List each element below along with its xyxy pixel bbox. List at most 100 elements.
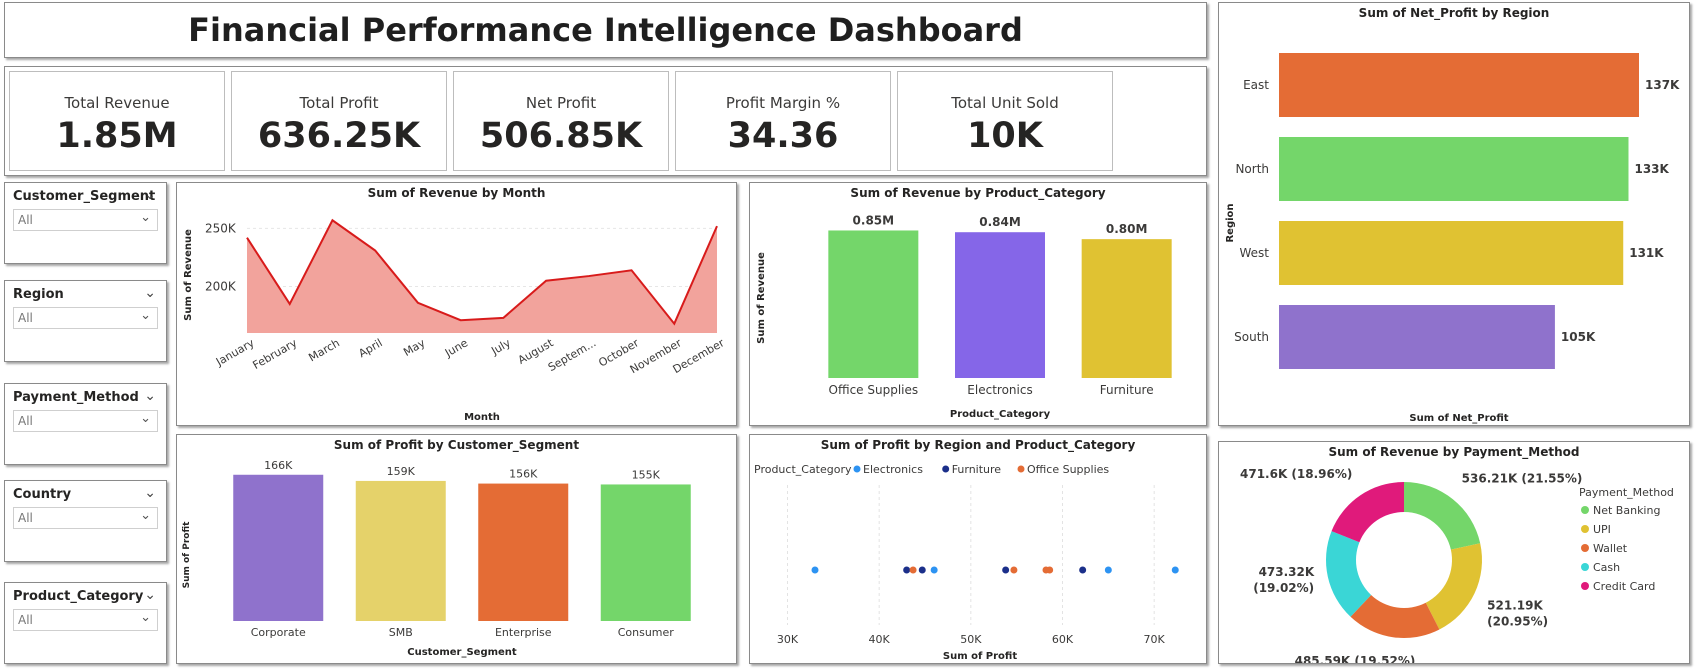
legend-marker bbox=[1581, 525, 1589, 533]
legend-label: Net Banking bbox=[1593, 504, 1660, 517]
slicer-dropdown[interactable]: All ⌄ bbox=[13, 609, 158, 631]
legend-label: Office Supplies bbox=[1027, 463, 1109, 476]
data-label: (20.95%) bbox=[1487, 614, 1548, 628]
data-label: 536.21K (21.55%) bbox=[1462, 471, 1583, 485]
x-tick-label: Consumer bbox=[618, 626, 675, 639]
legend-label: Credit Card bbox=[1593, 580, 1655, 593]
x-tick-label: Office Supplies bbox=[829, 383, 919, 397]
slicer-dropdown[interactable]: All ⌄ bbox=[13, 507, 158, 529]
bar-enterprise bbox=[478, 483, 569, 621]
scatter-point bbox=[1010, 566, 1018, 574]
collapse-chevron-icon[interactable]: ⌄ bbox=[144, 285, 156, 301]
x-tick-label: Furniture bbox=[1100, 383, 1154, 397]
data-label: 137K bbox=[1645, 78, 1680, 92]
data-label: 0.80M bbox=[1106, 222, 1148, 236]
kpi-label: Profit Margin % bbox=[725, 94, 841, 112]
kpi-card-total-profit: Total Profit 636.25K bbox=[231, 71, 447, 171]
bar-east bbox=[1279, 53, 1639, 117]
data-label: 156K bbox=[509, 468, 538, 481]
y-tick-label: North bbox=[1235, 162, 1269, 176]
data-label: 471.6K (18.96%) bbox=[1240, 467, 1352, 481]
data-label: 0.84M bbox=[979, 215, 1021, 229]
legend-title: Payment_Method bbox=[1579, 486, 1674, 499]
kpi-card-profit-margin: Profit Margin % 34.36 bbox=[675, 71, 891, 171]
collapse-chevron-icon[interactable]: ⌄ bbox=[144, 485, 156, 501]
chart-revenue-by-category[interactable]: Sum of Revenue by Product_Category 0.85M… bbox=[749, 182, 1207, 426]
chart-title: Sum of Revenue by Product_Category bbox=[850, 186, 1106, 200]
data-label: 0.85M bbox=[853, 213, 895, 227]
chart-netprofit-by-region[interactable]: Sum of Net_Profit by Region 137K East 133K… bbox=[1218, 2, 1690, 426]
kpi-card-net-profit: Net Profit 506.85K bbox=[453, 71, 669, 171]
data-label: 159K bbox=[387, 465, 416, 478]
data-label: 155K bbox=[632, 468, 661, 481]
kpi-label: Total Profit bbox=[299, 94, 379, 112]
slicer-product-category: Product_Category ⌄ All ⌄ bbox=[4, 582, 167, 664]
x-tick-label: February bbox=[251, 336, 300, 372]
y-axis-title: Sum of Revenue bbox=[756, 252, 767, 344]
data-label: 521.19K bbox=[1487, 598, 1543, 612]
y-tick-label: 250K bbox=[205, 221, 237, 235]
slicer-title: Product_Category bbox=[13, 589, 144, 604]
x-tick-label: 40K bbox=[869, 633, 891, 646]
slice-credit-card bbox=[1331, 482, 1404, 543]
y-axis-title: Region bbox=[1225, 203, 1236, 242]
x-axis-title: Month bbox=[464, 412, 500, 423]
scatter-point bbox=[1079, 566, 1087, 574]
slicer-selected-value: All bbox=[18, 311, 33, 325]
legend-marker bbox=[853, 465, 861, 473]
chart-revenue-by-payment[interactable]: Sum of Revenue by Payment_Method 536.21K… bbox=[1218, 441, 1690, 664]
bar-north bbox=[1279, 137, 1629, 201]
data-label: 166K bbox=[264, 459, 293, 472]
slicer-dropdown[interactable]: All ⌄ bbox=[13, 307, 158, 329]
bar-south bbox=[1279, 305, 1555, 369]
legend-label: Furniture bbox=[952, 463, 1002, 476]
chart-title: Sum of Revenue by Month bbox=[367, 186, 546, 200]
legend-marker bbox=[1017, 465, 1025, 473]
slicer-title: Region bbox=[13, 287, 64, 302]
x-tick-label: July bbox=[488, 336, 513, 358]
chart-profit-by-region-category[interactable]: Sum of Profit by Region and Product_Cate… bbox=[749, 434, 1207, 664]
x-tick-label: January bbox=[213, 336, 257, 369]
bar-furniture bbox=[1081, 239, 1172, 378]
revenue-month-area-chart: 200K 250K JanuaryFebruary March April May June… bbox=[183, 218, 727, 423]
kpi-value: 636.25K bbox=[257, 116, 421, 156]
y-tick-label: South bbox=[1234, 330, 1269, 344]
chevron-down-icon: ⌄ bbox=[140, 210, 151, 225]
x-tick-label: Enterprise bbox=[495, 626, 552, 639]
x-tick-label: 60K bbox=[1052, 633, 1074, 646]
collapse-chevron-icon[interactable]: ⌄ bbox=[144, 388, 156, 404]
scatter-point bbox=[903, 566, 911, 574]
legend-label: Cash bbox=[1593, 561, 1620, 574]
y-axis-title: Sum of Revenue bbox=[183, 229, 194, 321]
slicer-title: Customer_Segment bbox=[13, 189, 156, 204]
y-tick-label: 200K bbox=[205, 280, 237, 294]
x-tick-label: April bbox=[356, 336, 384, 360]
slicer-title: Payment_Method bbox=[13, 390, 139, 405]
slicer-title: Country bbox=[13, 487, 72, 502]
legend-label: Wallet bbox=[1593, 542, 1628, 555]
data-label: 131K bbox=[1629, 246, 1664, 260]
legend-marker bbox=[1581, 506, 1589, 514]
scatter-point bbox=[1104, 566, 1112, 574]
bar-smb bbox=[355, 480, 446, 621]
slicer-dropdown[interactable]: All ⌄ bbox=[13, 209, 158, 231]
scatter-point bbox=[1171, 566, 1179, 574]
scatter-point bbox=[1046, 566, 1054, 574]
dashboard-title-box: Financial Performance Intelligence Dashb… bbox=[4, 2, 1207, 58]
collapse-chevron-icon[interactable]: ⌄ bbox=[144, 187, 156, 203]
legend-label: UPI bbox=[1593, 523, 1611, 536]
chevron-down-icon: ⌄ bbox=[140, 308, 151, 323]
kpi-value: 34.36 bbox=[727, 116, 839, 156]
data-label: 133K bbox=[1634, 162, 1669, 176]
scatter-point bbox=[811, 566, 819, 574]
y-tick-label: East bbox=[1243, 78, 1269, 92]
kpi-label: Net Profit bbox=[525, 94, 597, 112]
chart-revenue-by-month[interactable]: Sum of Revenue by Month 200K 250K January F… bbox=[176, 182, 737, 426]
slicer-dropdown[interactable]: All ⌄ bbox=[13, 410, 158, 432]
collapse-chevron-icon[interactable]: ⌄ bbox=[144, 587, 156, 603]
data-label: 485.59K (19.52%) bbox=[1295, 654, 1416, 663]
chart-profit-by-segment[interactable]: Sum of Profit by Customer_Segment 166K Co… bbox=[176, 434, 737, 664]
x-tick-label: Corporate bbox=[251, 626, 306, 639]
data-label: 105K bbox=[1561, 330, 1596, 344]
kpi-card-total-unit-sold: Total Unit Sold 10K bbox=[897, 71, 1113, 171]
